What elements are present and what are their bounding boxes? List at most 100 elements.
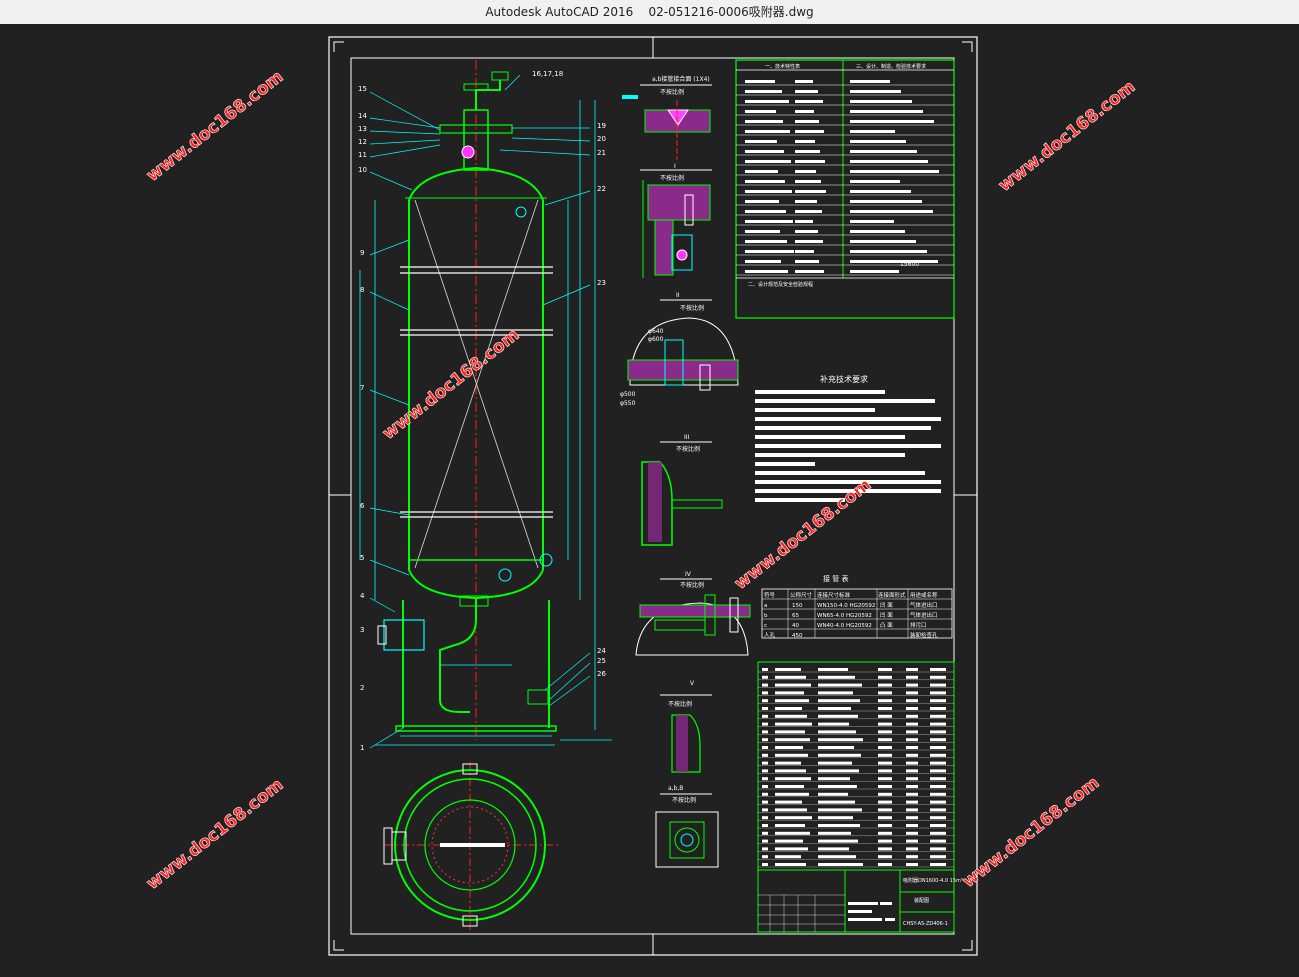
parts-row-text: [906, 839, 918, 843]
parts-row-text: [878, 738, 892, 742]
view-I-label: I: [674, 163, 676, 170]
title-block-drawing-no: CHSY-AS-ZD406-1: [903, 921, 948, 927]
drawing-canvas[interactable]: 15 14 13 12 11 10 9 8 7 6 5 4 3 2 1 16,1…: [0, 24, 1299, 973]
callout-7: 7: [360, 384, 364, 392]
parts-row-text: [762, 824, 768, 827]
parts-row-text: [762, 816, 768, 820]
parts-row-text: [762, 691, 768, 695]
parts-row-text: [775, 816, 812, 820]
view-II-scale: 不按比例: [680, 304, 704, 312]
callout-11: 11: [358, 151, 367, 159]
parts-row-text: [818, 761, 852, 765]
tech-characteristics-table: 一、技术特性表 三、设计、制造、检验技术要求 二、设计规范及安全检验规程 156…: [735, 59, 955, 319]
parts-row-text: [930, 792, 946, 796]
parts-row-text: [762, 777, 768, 781]
callout-5: 5: [360, 554, 364, 562]
parts-row-text: [878, 753, 892, 757]
dim-d640: φ640: [648, 328, 664, 335]
parts-row-text: [930, 683, 946, 687]
parts-row-text: [930, 668, 946, 671]
tech-row-text: [795, 160, 825, 163]
parts-row-text: [878, 800, 892, 804]
nozzle-cell: 凸 面: [880, 622, 893, 629]
tech-row-text: [745, 250, 794, 253]
parts-row-text: [762, 831, 768, 835]
parts-row-text: [906, 831, 918, 835]
parts-row-text: [775, 730, 805, 734]
parts-row-text: [930, 746, 946, 749]
tech-row-text: [745, 130, 790, 133]
parts-row-text: [878, 839, 892, 843]
tech-row-text: [795, 200, 817, 203]
tech-row-text: [745, 160, 791, 163]
tech-row-text: [745, 140, 777, 143]
tech-row-text: [850, 80, 890, 83]
watermarks: www.doc168.com www.doc168.com www.doc168…: [142, 67, 1139, 895]
watermark-5: www.doc168.com: [143, 775, 288, 894]
vessel-elevation: 15 14 13 12 11 10 9 8 7 6 5 4 3 2 1 16,1…: [358, 60, 612, 752]
parts-row-text: [878, 816, 892, 820]
view-a-title: a,b接管接合面 (1X4): [652, 75, 710, 83]
supplement-title: 补充技术要求: [820, 374, 868, 384]
parts-row-text: [878, 730, 892, 734]
parts-row-text: [762, 769, 768, 773]
supplement-requirements: 补充技术要求: [755, 374, 941, 502]
nozzle-cell: 65: [792, 613, 799, 619]
callout-2: 2: [360, 684, 364, 692]
parts-row-text: [775, 777, 811, 781]
tech-row-text: [745, 120, 783, 123]
parts-row-text: [818, 847, 849, 851]
title-block-name-2: 装配图: [914, 897, 929, 904]
parts-row-text: [818, 746, 854, 749]
parts-row-text: [775, 691, 804, 695]
tech-row-text: [795, 110, 814, 113]
nozzle-cell: 气体进出口: [910, 611, 938, 619]
parts-row-text: [775, 668, 801, 671]
parts-row-text: [762, 668, 768, 671]
parts-row-text: [762, 863, 768, 866]
parts-row-text: [906, 847, 918, 851]
parts-row-text: [775, 792, 809, 796]
watermark-1: www.doc168.com: [143, 67, 288, 186]
parts-row-text: [878, 855, 892, 859]
supplement-text-line: [755, 399, 935, 403]
tech-row-text: [745, 240, 787, 243]
view-I-scale: 不按比例: [660, 174, 684, 182]
dim-d600: φ600: [648, 336, 664, 343]
supplement-text-line: [755, 480, 941, 484]
drawing-svg: 15 14 13 12 11 10 9 8 7 6 5 4 3 2 1 16,1…: [142, 36, 1140, 956]
parts-row-text: [818, 792, 848, 796]
tech-table-header-left: 一、技术特性表: [765, 63, 800, 70]
nozzle-header-face: 连接面形式: [878, 591, 906, 599]
parts-row-text: [762, 753, 768, 757]
callout-8: 8: [360, 286, 364, 294]
tech-row-text: [745, 150, 784, 153]
parts-row-text: [930, 816, 946, 820]
parts-row-text: [762, 855, 768, 859]
view-V-scale: 不按比例: [668, 700, 692, 708]
parts-row-text: [775, 707, 802, 710]
parts-row-text: [878, 691, 892, 695]
tech-row-text: [795, 230, 818, 233]
callout-26: 26: [597, 670, 606, 678]
tech-row-text: [795, 140, 815, 143]
parts-row-text: [906, 675, 918, 679]
parts-row-text: [878, 792, 892, 796]
parts-row-text: [818, 839, 858, 843]
callout-13: 13: [358, 125, 367, 133]
title-block: 吸附器DN1600-4.0 15m³ 装配图 CHSY-AS-ZD406-1: [757, 869, 963, 933]
parts-row-text: [878, 785, 892, 788]
title-bar: Autodesk AutoCAD 2016 02-051216-0006吸附器.…: [0, 0, 1299, 24]
parts-row-text: [878, 683, 892, 687]
tech-table-header-right: 三、设计、制造、检验技术要求: [856, 63, 926, 70]
parts-row-text: [906, 769, 918, 773]
tech-row-text: [745, 190, 792, 193]
view-V-label: V: [690, 680, 695, 687]
parts-row-text: [762, 675, 768, 679]
tech-row-text: [745, 180, 785, 183]
supplement-text-line: [755, 426, 931, 430]
parts-row-text: [878, 777, 892, 781]
tech-row-text: [745, 110, 776, 113]
tech-row-text: [850, 270, 899, 273]
nozzle-cell: 气体进出口: [910, 601, 938, 609]
